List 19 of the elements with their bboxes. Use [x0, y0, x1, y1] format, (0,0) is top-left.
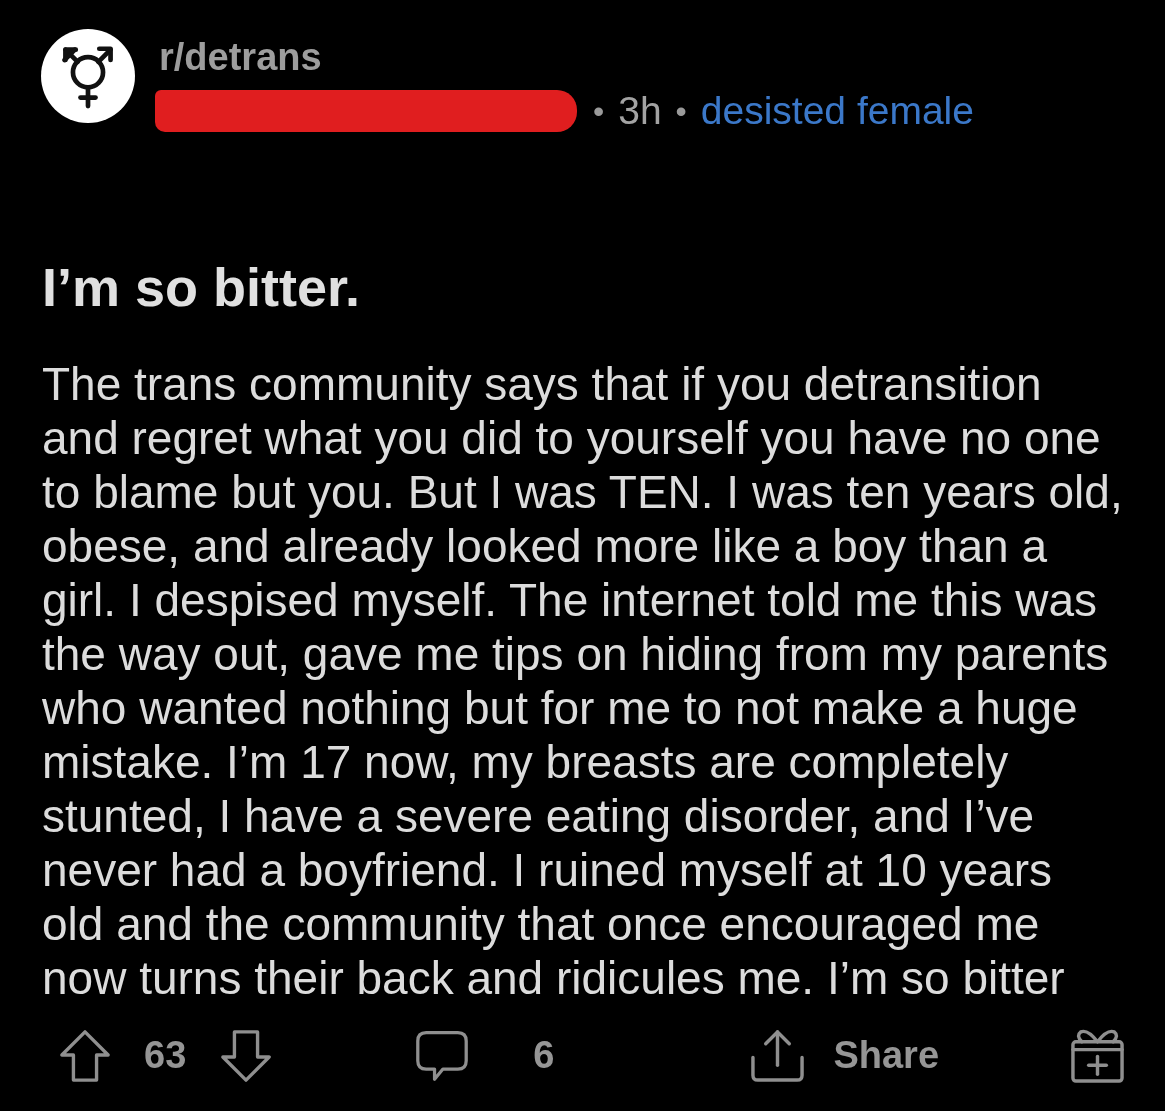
downvote-button[interactable]: [219, 1028, 274, 1083]
post-title: I’m so bitter.: [42, 256, 362, 318]
vote-count: 63: [144, 1034, 187, 1077]
subreddit-name[interactable]: r/detrans: [159, 37, 974, 77]
post-time: 3h: [618, 89, 662, 133]
separator-dot: •: [593, 92, 605, 131]
gift-box-icon: [1070, 1027, 1125, 1084]
post-body: The trans community says that if you detransition and regret what you did to yourself you have no one to blame but you. But I was TEN. I was ten years old, obese, and already looked more like a boy than a girl. I despised myself. The internet told me this was the way out, gave me tips on hiding from my parents who wanted nothing but for me to not make a huge mistake. I’m 17 now, my breasts are completely stunted, I have a severe eating disorder, and I’ve never had a boyfriend. I ruined myself at 10 years old and the community that once encouraged me now turns their back and ridicules me. I’m so bitter: [42, 357, 1124, 1005]
share-button[interactable]: Share: [750, 1028, 940, 1083]
transgender-symbol-icon: [41, 29, 135, 123]
separator-dot: •: [675, 92, 687, 131]
upvote-button[interactable]: [58, 1028, 112, 1083]
user-flair[interactable]: desisted female: [700, 89, 974, 133]
comments-button[interactable]: 6: [415, 1028, 555, 1083]
down-arrow-icon: [219, 1028, 274, 1083]
speech-bubble-icon: [415, 1028, 470, 1083]
up-arrow-icon: [58, 1028, 112, 1083]
award-button[interactable]: [1070, 1027, 1125, 1084]
share-icon: [750, 1028, 806, 1083]
